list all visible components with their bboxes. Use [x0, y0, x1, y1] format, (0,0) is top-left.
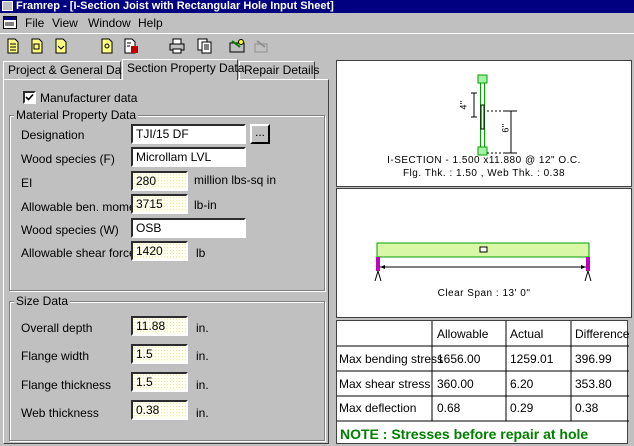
menu-file[interactable]: File: [25, 16, 44, 30]
title-bar: Framrep - [I-Section Joist with Rectangu…: [0, 0, 634, 13]
section-sketch-panel: 4" 6" I-SECTION - 1.500 x11.880 @ 12" O.…: [336, 60, 632, 187]
stress-table: Allowable Actual Difference Max bending …: [336, 320, 630, 444]
beam-sketch-panel: Clear Span : 13' 0": [336, 188, 632, 318]
flange-thickness-label: Flange thickness: [21, 378, 112, 392]
flange-width-unit: in.: [196, 349, 209, 363]
row-label-bending: Max bending stress: [339, 352, 444, 366]
save-icon[interactable]: [52, 37, 70, 55]
tab-project-general[interactable]: Project & General Data: [3, 61, 131, 80]
material-group-title: Material Property Data: [14, 108, 139, 122]
wood-species-w-label: Wood species (W): [21, 223, 119, 237]
web-thickness-field[interactable]: 0.38: [131, 400, 188, 420]
tab-repair-details[interactable]: Repair Details: [239, 61, 319, 80]
ei-unit: million lbs-sq in: [194, 173, 277, 187]
ei-label: EI: [21, 176, 33, 190]
shear-unit: lb: [196, 246, 206, 260]
bending-allowable: 1656.00: [437, 352, 481, 366]
export-icon[interactable]: [122, 37, 140, 55]
header-allowable: Allowable: [437, 327, 489, 341]
shear-field[interactable]: 1420: [131, 241, 188, 261]
shear-actual: 6.20: [510, 377, 534, 391]
bending-actual: 1259.01: [510, 352, 554, 366]
new-icon[interactable]: [4, 37, 22, 55]
beam-drawing: [374, 242, 592, 282]
web-depth-dim-label: 4": [458, 100, 469, 110]
clear-span-label: Clear Span : 13' 0": [437, 288, 531, 299]
header-difference: Difference: [575, 327, 630, 341]
depth-field[interactable]: 11.88: [131, 316, 188, 336]
manufacturer-label: Manufacturer data: [40, 91, 138, 105]
copy-icon[interactable]: [196, 37, 214, 55]
flange-thickness-unit: in.: [196, 378, 209, 392]
moment-unit: lb-in: [194, 198, 217, 212]
deflection-actual: 0.29: [510, 401, 534, 415]
stress-note: NOTE : Stresses before repair at hole: [340, 426, 589, 442]
header-actual: Actual: [510, 327, 544, 341]
window-title: Framrep - [I-Section Joist with Rectangu…: [16, 0, 334, 12]
moment-label: Allowable ben. moment: [21, 200, 146, 214]
menu-help[interactable]: Help: [138, 16, 163, 30]
wood-species-w-field[interactable]: OSB: [131, 218, 246, 238]
ei-field[interactable]: 280: [131, 171, 188, 191]
toolbar: [0, 33, 634, 57]
row-label-deflection: Max deflection: [339, 401, 417, 415]
designation-label: Designation: [21, 128, 85, 142]
size-group-title: Size Data: [14, 294, 71, 308]
row-label-shear: Max shear stress: [339, 377, 431, 391]
shear-label: Allowable shear force: [21, 246, 136, 260]
bending-difference: 396.99: [575, 352, 612, 366]
menu-view[interactable]: View: [52, 16, 78, 30]
wood-species-f-field[interactable]: Microllam LVL: [131, 147, 246, 167]
open-icon[interactable]: [28, 37, 46, 55]
flange-thickness-field[interactable]: 1.5: [131, 372, 188, 392]
depth-unit: in.: [196, 321, 209, 335]
flange-width-label: Flange width: [21, 349, 90, 363]
document-icon[interactable]: [3, 16, 17, 29]
calculate-icon[interactable]: [228, 37, 246, 55]
menu-bar: File View Window Help: [0, 14, 634, 32]
moment-field[interactable]: 3715: [131, 194, 188, 214]
designation-browse-button[interactable]: ...: [250, 124, 270, 144]
manufacturer-checkbox[interactable]: [23, 91, 36, 104]
deflection-allowable: 0.68: [437, 401, 461, 415]
wood-species-f-label: Wood species (F): [21, 152, 115, 166]
shear-allowable: 360.00: [437, 377, 474, 391]
print-icon[interactable]: [168, 37, 186, 55]
disabled-tool-icon: [252, 37, 270, 55]
deflection-difference: 0.38: [575, 401, 599, 415]
section-caption-2: Flg. Thk. : 1.50 , Web Thk. : 0.38: [402, 168, 566, 179]
app-icon: [2, 1, 13, 11]
section-caption-1: I-SECTION - 1.500 x11.880 @ 12" O.C.: [387, 155, 581, 166]
web-thickness-label: Web thickness: [21, 406, 99, 420]
shear-difference: 353.80: [575, 377, 612, 391]
tab-section-property[interactable]: Section Property Data: [122, 59, 244, 80]
web-thickness-unit: in.: [196, 406, 209, 420]
menu-window[interactable]: Window: [88, 16, 131, 30]
designation-field[interactable]: TJI/15 DF: [131, 124, 246, 144]
flange-depth-dim-label: 6": [500, 123, 511, 133]
section-property-panel: Manufacturer data Material Property Data…: [3, 79, 329, 444]
flange-width-field[interactable]: 1.5: [131, 344, 188, 364]
depth-label: Overall depth: [21, 321, 93, 335]
preview-icon[interactable]: [98, 37, 116, 55]
